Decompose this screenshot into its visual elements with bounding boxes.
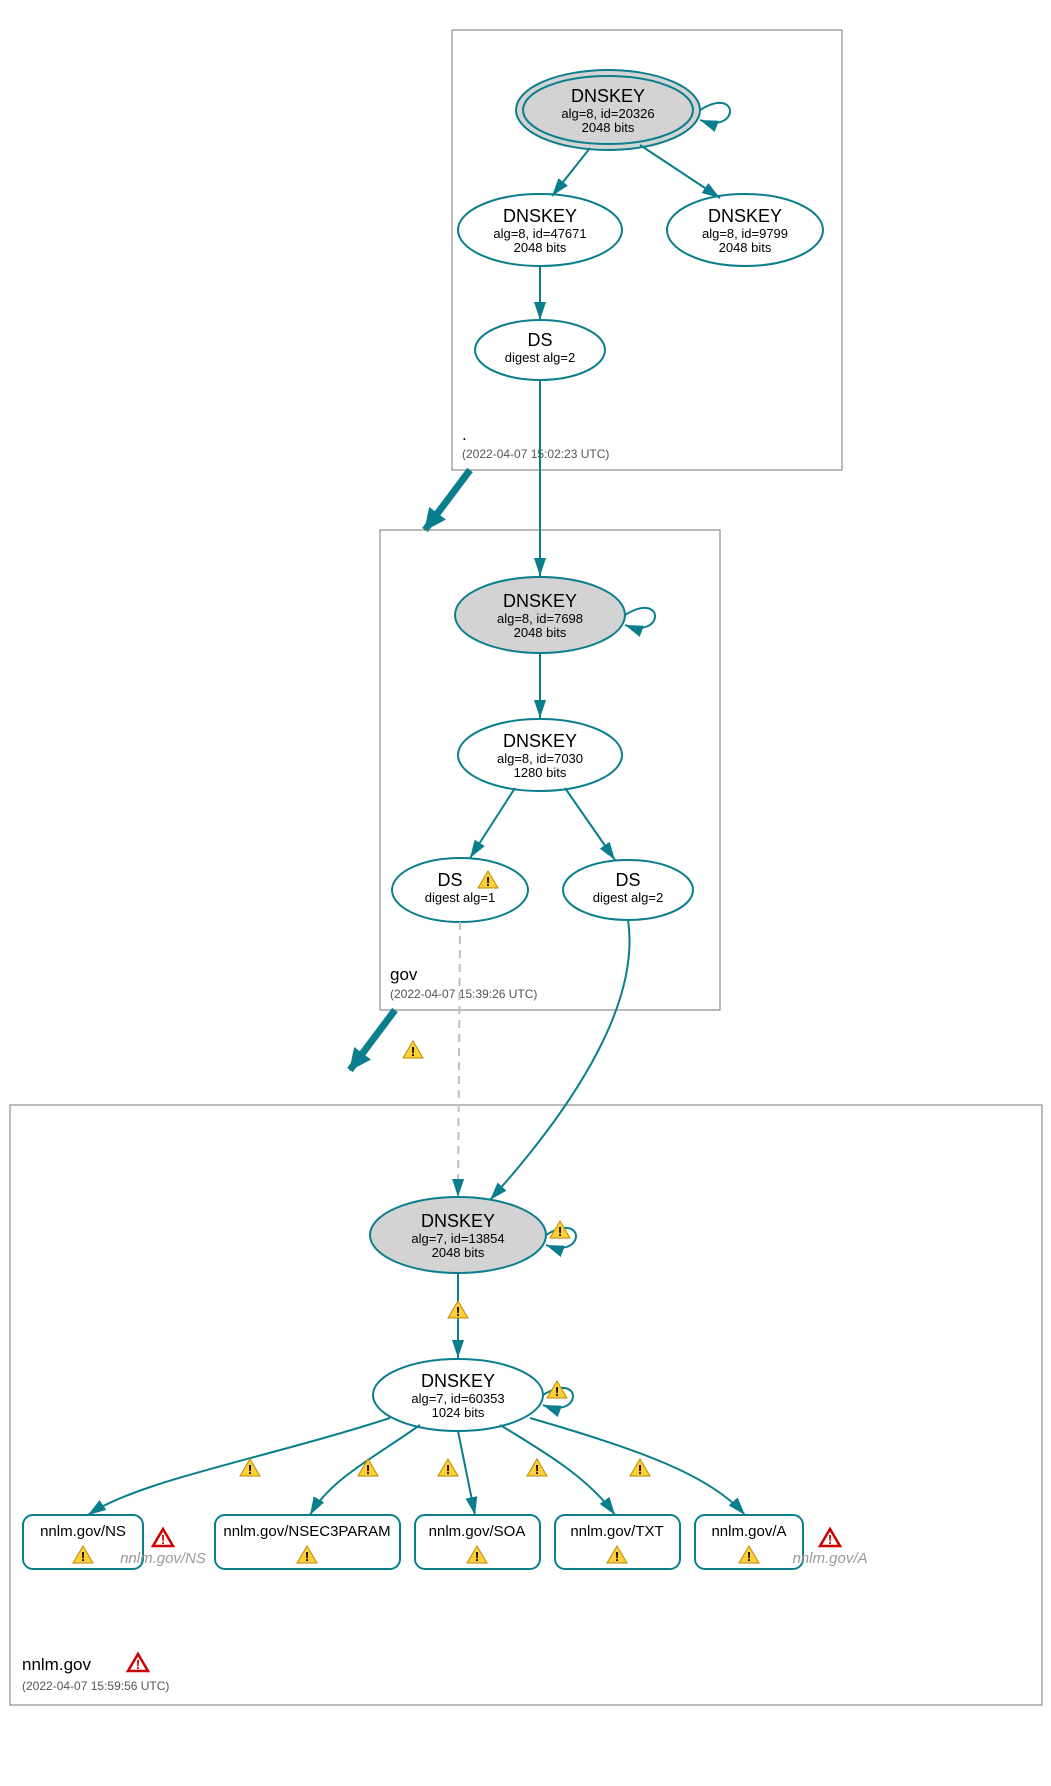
warning-icon (448, 1301, 468, 1319)
svg-text:nnlm.gov/SOA: nnlm.gov/SOA (429, 1523, 526, 1540)
svg-text:DS: DS (437, 870, 462, 890)
warning-icon (630, 1459, 650, 1477)
svg-text:DS: DS (615, 870, 640, 890)
svg-text:digest alg=2: digest alg=2 (505, 350, 575, 365)
node-root-ds[interactable]: DS digest alg=2 (475, 320, 605, 380)
warning-icon (438, 1459, 458, 1477)
svg-text:DNSKEY: DNSKEY (708, 206, 782, 226)
warning-icon (358, 1459, 378, 1477)
svg-text:DNSKEY: DNSKEY (503, 731, 577, 751)
svg-text:nnlm.gov/NSEC3PARAM: nnlm.gov/NSEC3PARAM (223, 1523, 390, 1540)
zone-root-ts: (2022-04-07 15:02:23 UTC) (462, 447, 609, 461)
grey-a: nnlm.gov/A (792, 1550, 867, 1567)
delegation-gov-nnlm (350, 1010, 395, 1070)
rrset-a[interactable]: nnlm.gov/A (695, 1515, 803, 1569)
svg-text:nnlm.gov/TXT: nnlm.gov/TXT (570, 1523, 663, 1540)
svg-text:alg=7, id=13854: alg=7, id=13854 (411, 1231, 504, 1246)
rrset-txt[interactable]: nnlm.gov/TXT (555, 1515, 680, 1569)
svg-text:2048 bits: 2048 bits (514, 240, 567, 255)
zone-nnlm-label: nnlm.gov (22, 1655, 91, 1674)
warning-icon (240, 1459, 260, 1477)
node-gov-zsk[interactable]: DNSKEY alg=8, id=7030 1280 bits (458, 719, 622, 791)
svg-text:alg=8, id=7698: alg=8, id=7698 (497, 611, 583, 626)
svg-text:2048 bits: 2048 bits (719, 240, 772, 255)
error-icon (820, 1529, 840, 1547)
svg-text:DNSKEY: DNSKEY (571, 86, 645, 106)
node-gov-ksk[interactable]: DNSKEY alg=8, id=7698 2048 bits (455, 577, 625, 653)
svg-text:alg=8, id=9799: alg=8, id=9799 (702, 226, 788, 241)
warning-icon (527, 1459, 547, 1477)
svg-text:digest alg=2: digest alg=2 (593, 890, 663, 905)
zone-gov: gov (2022-04-07 15:39:26 UTC) DNSKEY alg… (380, 380, 720, 1010)
node-root-zsk1[interactable]: DNSKEY alg=8, id=47671 2048 bits (458, 194, 622, 266)
error-icon (153, 1529, 173, 1547)
node-nnlm-ksk[interactable]: DNSKEY alg=7, id=13854 2048 bits (370, 1197, 546, 1273)
error-icon (128, 1654, 148, 1672)
svg-text:2048 bits: 2048 bits (432, 1245, 485, 1260)
delegation-root-gov (425, 470, 470, 530)
node-gov-ds1[interactable]: DS digest alg=1 (392, 858, 528, 922)
svg-text:alg=8, id=47671: alg=8, id=47671 (493, 226, 586, 241)
svg-text:nnlm.gov/A: nnlm.gov/A (711, 1523, 786, 1540)
svg-text:alg=7, id=60353: alg=7, id=60353 (411, 1391, 504, 1406)
node-gov-ds2[interactable]: DS digest alg=2 (563, 860, 693, 920)
svg-text:alg=8, id=7030: alg=8, id=7030 (497, 751, 583, 766)
zone-nnlm: nnlm.gov (2022-04-07 15:59:56 UTC) DNSKE… (10, 920, 1042, 1705)
svg-text:DNSKEY: DNSKEY (421, 1211, 495, 1231)
svg-text:nnlm.gov/NS: nnlm.gov/NS (40, 1523, 126, 1540)
node-root-ksk[interactable]: DNSKEY alg=8, id=20326 2048 bits (516, 70, 700, 150)
svg-text:1280 bits: 1280 bits (514, 765, 567, 780)
node-root-zsk2[interactable]: DNSKEY alg=8, id=9799 2048 bits (667, 194, 823, 266)
warning-icon (547, 1381, 567, 1399)
svg-text:1024 bits: 1024 bits (432, 1405, 485, 1420)
svg-text:2048 bits: 2048 bits (514, 625, 567, 640)
zone-gov-label: gov (390, 965, 418, 984)
rrset-soa[interactable]: nnlm.gov/SOA (415, 1515, 540, 1569)
svg-text:DS: DS (527, 330, 552, 350)
grey-ns: nnlm.gov/NS (120, 1550, 206, 1567)
zone-root-label: . (462, 425, 467, 444)
svg-text:DNSKEY: DNSKEY (503, 591, 577, 611)
warning-icon (403, 1041, 423, 1059)
svg-text:DNSKEY: DNSKEY (503, 206, 577, 226)
dnsviz-diagram: ! ! . (2022-04-07 15:02:23 UTC) DNSKEY a… (0, 0, 1051, 1786)
zone-root: . (2022-04-07 15:02:23 UTC) DNSKEY alg=8… (452, 30, 842, 470)
node-nnlm-zsk[interactable]: DNSKEY alg=7, id=60353 1024 bits (373, 1359, 543, 1431)
svg-text:digest alg=1: digest alg=1 (425, 890, 495, 905)
svg-text:alg=8, id=20326: alg=8, id=20326 (561, 106, 654, 121)
zone-gov-ts: (2022-04-07 15:39:26 UTC) (390, 987, 537, 1001)
svg-text:2048 bits: 2048 bits (582, 120, 635, 135)
zone-nnlm-ts: (2022-04-07 15:59:56 UTC) (22, 1679, 169, 1693)
rrset-nsec3param[interactable]: nnlm.gov/NSEC3PARAM (215, 1515, 400, 1569)
warning-icon (550, 1221, 570, 1239)
svg-text:DNSKEY: DNSKEY (421, 1371, 495, 1391)
